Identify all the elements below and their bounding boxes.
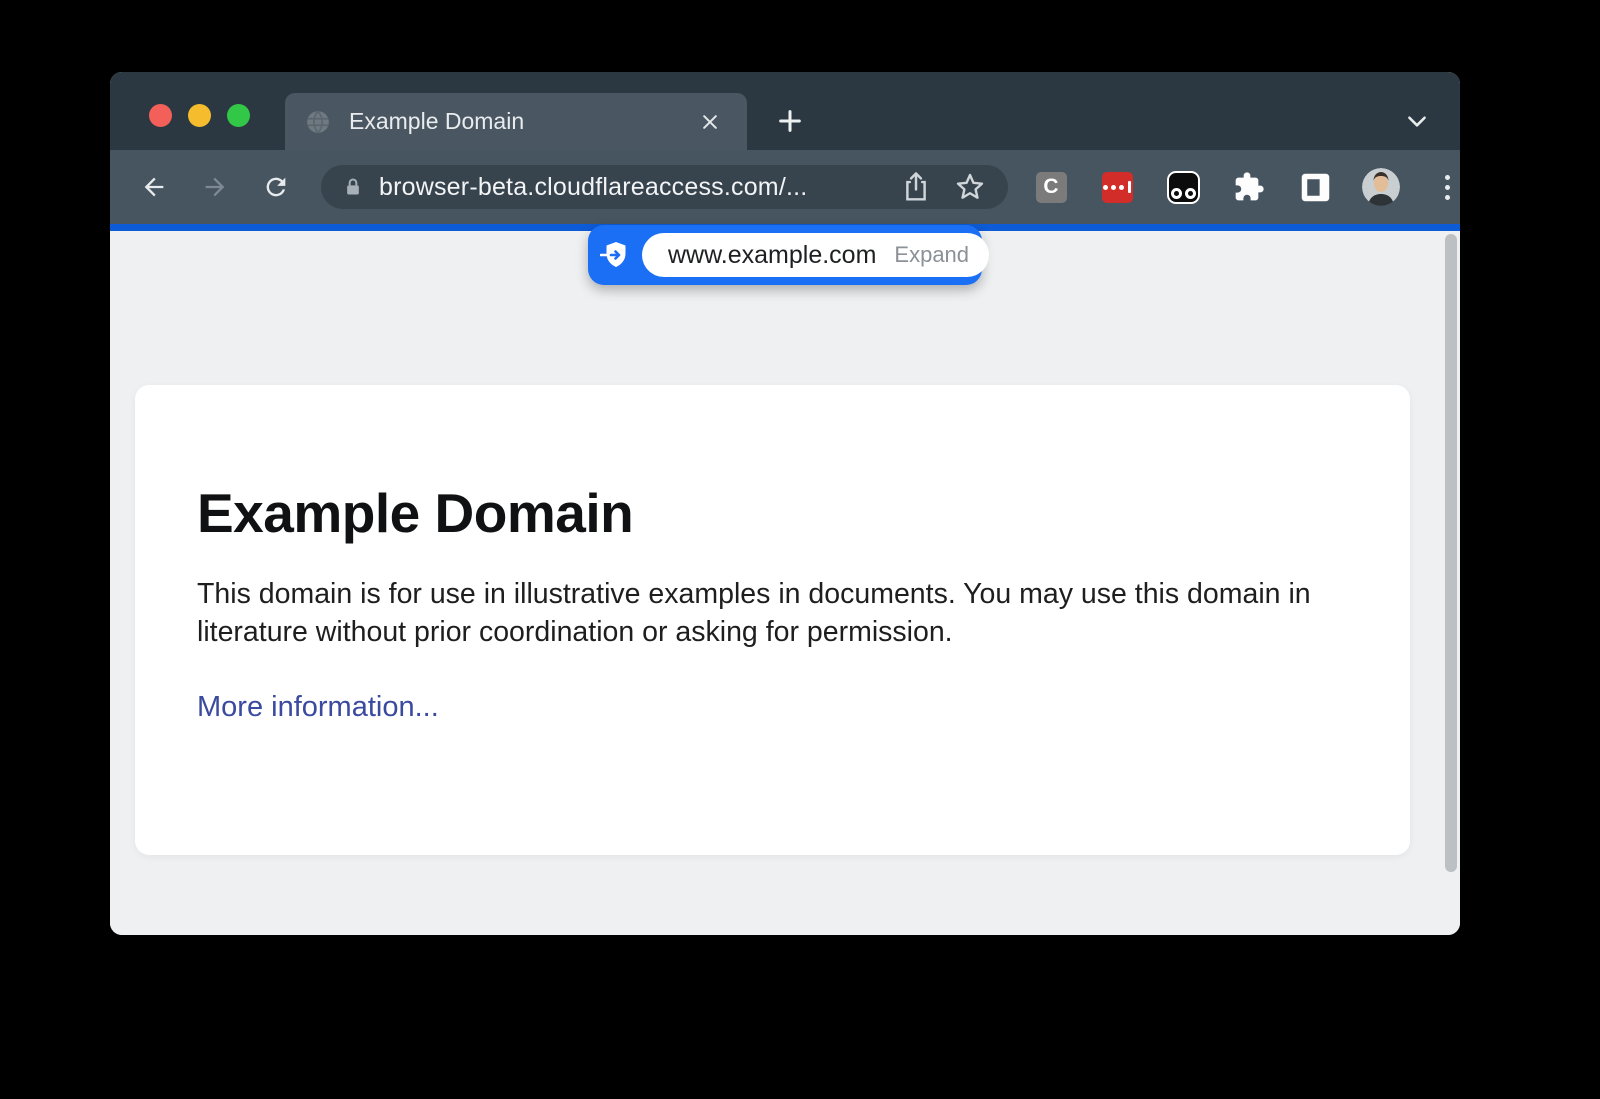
extensions-row: C xyxy=(1032,168,1460,206)
address-bar[interactable]: browser-beta.cloudflareaccess.com/... xyxy=(321,165,1008,209)
traffic-lights xyxy=(149,104,250,127)
close-window-button[interactable] xyxy=(149,104,172,127)
isolation-host-field[interactable]: www.example.com Expand xyxy=(642,233,989,277)
minimize-window-button[interactable] xyxy=(188,104,211,127)
kebab-menu-icon xyxy=(1445,175,1450,200)
extension-c-icon[interactable]: C xyxy=(1032,168,1070,206)
browser-window: Example Domain xyxy=(110,72,1460,935)
extension-goggles-icon[interactable] xyxy=(1164,168,1202,206)
url-text: browser-beta.cloudflareaccess.com/... xyxy=(379,173,880,202)
page-title: Example Domain xyxy=(197,481,1350,545)
shield-arrow-icon xyxy=(600,239,632,271)
page-paragraph: This domain is for use in illustrative e… xyxy=(197,575,1347,651)
tab-title: Example Domain xyxy=(349,108,693,135)
browser-toolbar: browser-beta.cloudflareaccess.com/... C xyxy=(110,150,1460,224)
reload-icon xyxy=(262,173,290,201)
new-tab-button[interactable] xyxy=(773,104,807,138)
tab-close-icon[interactable] xyxy=(693,105,727,139)
globe-favicon-icon xyxy=(305,109,331,135)
example-domain-card: Example Domain This domain is for use in… xyxy=(135,385,1410,855)
share-icon xyxy=(901,171,931,203)
browser-menu-button[interactable] xyxy=(1428,168,1460,206)
plus-icon xyxy=(776,107,804,135)
isolation-url-pill[interactable]: www.example.com Expand xyxy=(588,225,982,285)
forward-arrow-icon xyxy=(201,173,229,201)
tab-search-button[interactable] xyxy=(1400,106,1434,136)
reload-button[interactable] xyxy=(254,165,298,209)
profile-avatar[interactable] xyxy=(1362,168,1400,206)
zoom-window-button[interactable] xyxy=(227,104,250,127)
back-arrow-icon xyxy=(140,173,168,201)
side-panel-icon[interactable] xyxy=(1296,168,1334,206)
avatar-photo xyxy=(1362,168,1400,206)
extensions-puzzle-icon[interactable] xyxy=(1230,168,1268,206)
star-icon xyxy=(954,171,986,203)
more-information-link[interactable]: More information... xyxy=(197,691,439,724)
tab-example-domain[interactable]: Example Domain xyxy=(285,93,747,150)
isolation-expand-button[interactable]: Expand xyxy=(894,242,969,268)
forward-button[interactable] xyxy=(193,165,237,209)
lock-icon xyxy=(343,175,363,199)
share-button[interactable] xyxy=(898,169,934,205)
bookmark-button[interactable] xyxy=(952,169,988,205)
isolation-host-text: www.example.com xyxy=(668,241,876,270)
extension-password-manager-icon[interactable] xyxy=(1098,168,1136,206)
page-viewport: www.example.com Expand Example Domain Th… xyxy=(110,231,1460,935)
tab-strip: Example Domain xyxy=(110,72,1460,150)
vertical-scrollbar[interactable] xyxy=(1445,234,1457,872)
chevron-down-icon xyxy=(1404,108,1430,134)
back-button[interactable] xyxy=(132,165,176,209)
